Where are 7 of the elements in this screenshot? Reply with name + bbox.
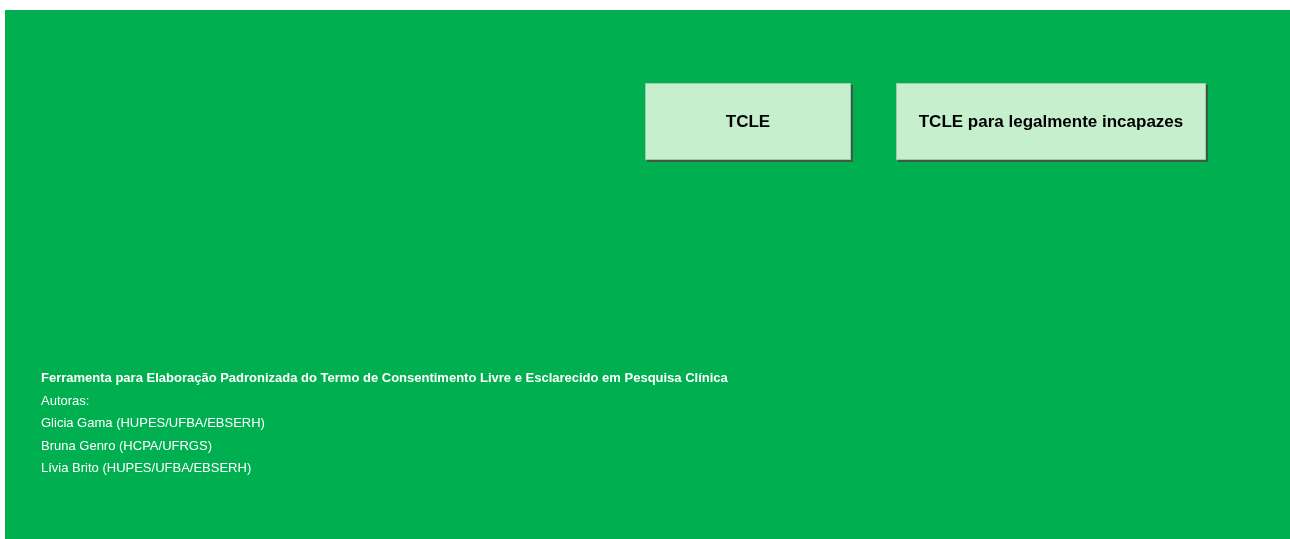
tcle-button[interactable]: TCLE: [645, 83, 851, 160]
author-line: Lívia Brito (HUPES/UFBA/EBSERH): [41, 459, 253, 477]
author-line: Autoras:: [41, 391, 91, 410]
tcle-button[interactable]: TCLE para legalmente incapazes: [896, 83, 1206, 160]
author-line: Bruna Genro (HCPA/UFRGS): [41, 436, 213, 455]
author-line: Glicia Gama (HUPES/UFBA/EBSERH): [41, 414, 266, 432]
tool-title: Ferramenta para Elaboração Padronizada do Termo de Consentimento Livre e Esclarecido em Pesquisa Clínica: [41, 369, 729, 387]
